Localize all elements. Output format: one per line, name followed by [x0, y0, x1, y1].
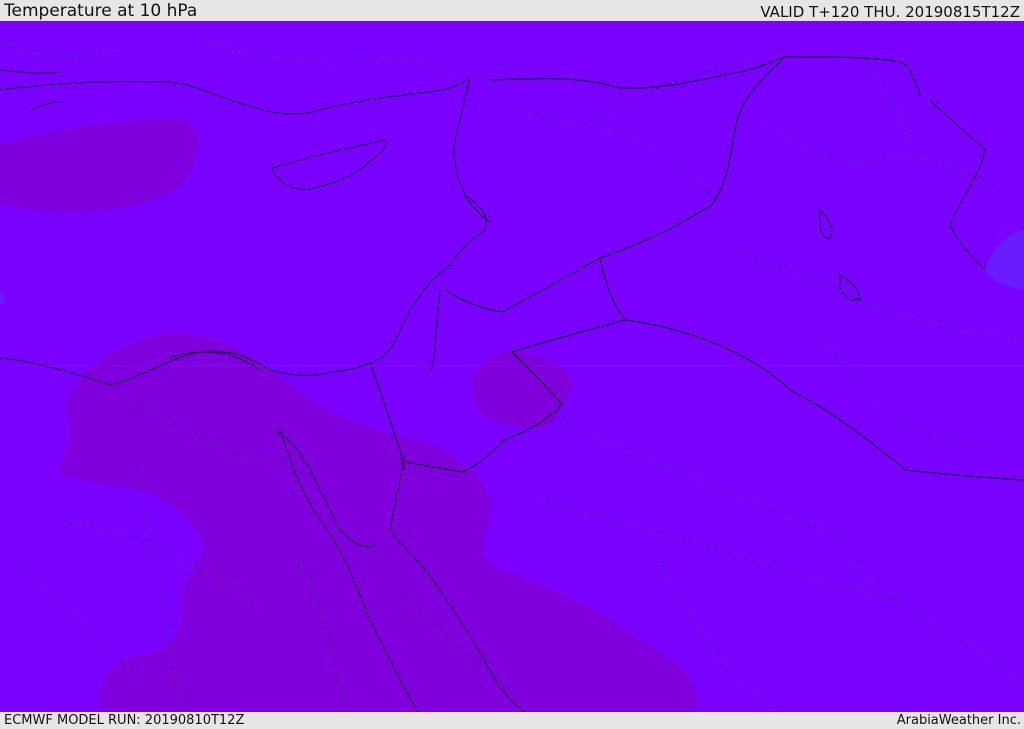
model-run-label: ECMWF MODEL RUN: 20190810T12Z [4, 713, 245, 728]
credit-label: ArabiaWeather Inc. [896, 713, 1021, 728]
map-title: Temperature at 10 hPa [4, 1, 198, 21]
valid-time-label: VALID T+120 THU. 20190815T12Z [760, 3, 1020, 21]
map-header: Temperature at 10 hPa VALID T+120 THU. 2… [0, 0, 1024, 21]
map-canvas [0, 21, 1024, 712]
map-footer: ECMWF MODEL RUN: 20190810T12Z ArabiaWeat… [0, 712, 1024, 729]
temperature-map [0, 21, 1024, 712]
